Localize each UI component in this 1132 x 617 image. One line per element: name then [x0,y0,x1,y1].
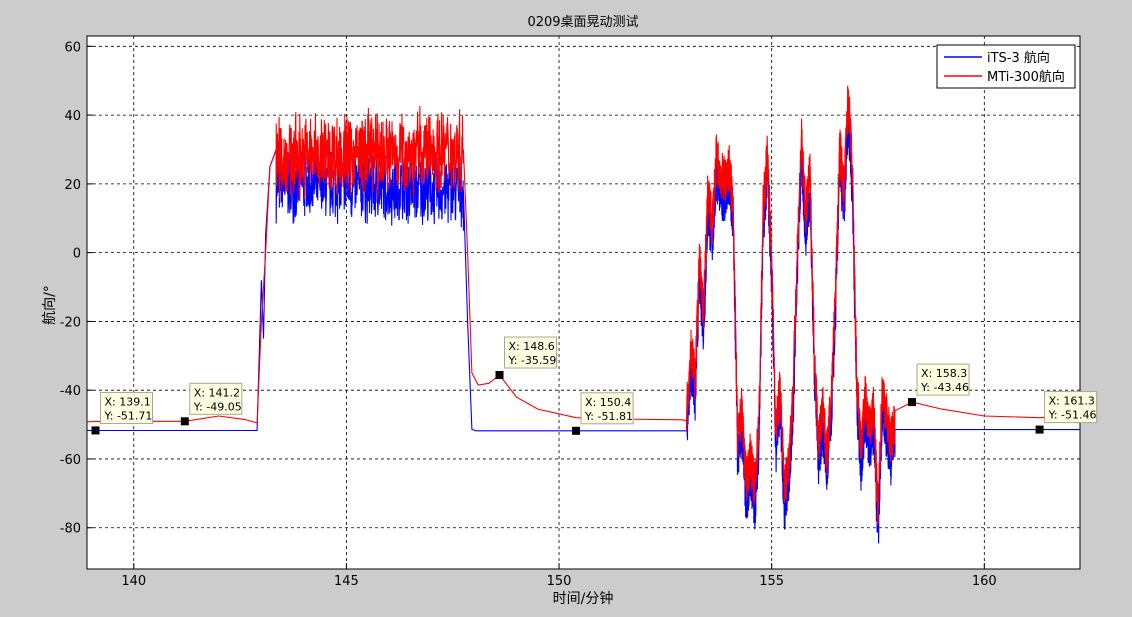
datatip-marker [572,426,581,435]
x-tick-label: 145 [334,574,359,589]
legend-label-mti300: MTi-300航向 [987,69,1065,85]
y-tick-label: -40 [60,384,81,399]
y-tick-label: 60 [64,40,81,55]
x-tick-label: 155 [759,574,784,589]
x-axis-label: 时间/分钟 [553,590,614,607]
x-tick-label: 160 [972,574,997,589]
figure: 140 145 150 155 160 -80 -60 -40 -20 0 20 40 60 X: 13… [42,15,1098,607]
datatip-x-label: X: 141.2 [194,386,240,399]
plot-area [86,35,1081,570]
datatip-x-label: X: 148.6 [509,340,555,353]
datatip-y-label: Y: -51.71 [104,409,153,422]
chart-title: 0209桌面晃动测试 [527,15,638,30]
datatip-x-label: X: 158.3 [921,367,967,380]
datatip-marker [908,398,917,407]
y-tick-label: -80 [60,522,81,537]
datatip-marker [91,426,100,435]
datatip-y-label: Y: -51.81 [584,410,633,423]
y-tick-label: 0 [73,247,81,262]
datatip-x-label: X: 161.3 [1049,395,1095,408]
y-tick-label: 40 [64,109,81,124]
datatip-marker [1035,425,1044,434]
datatip-x-label: X: 150.4 [585,396,631,409]
datatip-y-label: Y: -51.46 [1048,409,1097,422]
datatip-y-label: Y: -43.46 [920,381,969,394]
legend[interactable]: iTS-3 航向 MTi-300航向 [936,44,1076,89]
datatip-y-label: Y: -49.05 [193,400,242,413]
x-tick-label: 150 [547,574,572,589]
y-tick-label: 20 [64,178,81,193]
datatip-y-label: Y: -35.59 [508,354,557,367]
datatip-marker [495,371,504,380]
y-axis-label: 航向/° [42,285,58,325]
legend-label-its3: iTS-3 航向 [987,50,1050,66]
y-tick-label: -20 [60,315,81,330]
x-tick-label: 140 [121,574,146,589]
datatip-marker [180,417,189,426]
datatip-x-label: X: 139.1 [105,395,151,408]
y-tick-label: -60 [60,453,81,468]
